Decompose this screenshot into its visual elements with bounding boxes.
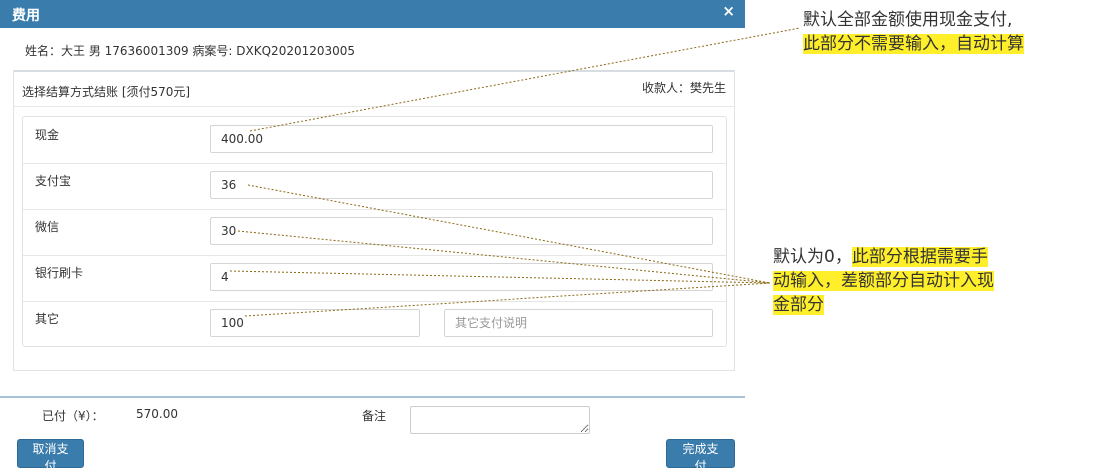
close-icon[interactable]: × — [722, 2, 735, 20]
footer-divider — [0, 396, 745, 398]
paid-label: 已付（¥）： — [42, 409, 104, 423]
dialog-title: 费用 — [12, 8, 40, 24]
annotation-highlight: 动输入，差额部分自动计入现 — [773, 271, 994, 291]
remark-label: 备注 — [362, 409, 387, 423]
complete-payment-button[interactable]: 完成支付 — [666, 439, 735, 473]
remark-textarea[interactable] — [410, 406, 590, 434]
payment-dialog: 费用 × 姓名：大王 男 17636001309 病案号: DXKQ202012… — [0, 0, 745, 473]
payment-row-bankcard: 银行刷卡 — [23, 255, 726, 302]
alipay-input[interactable] — [210, 171, 713, 199]
annotation-cash-default: 默认全部金额使用现金支付, 此部分不需要输入，自动计算 — [803, 8, 1024, 56]
payment-label: 微信 — [35, 220, 60, 234]
annotation-line: 默认为0， — [773, 247, 852, 267]
annotation-line: 默认全部金额使用现金支付, — [803, 10, 1013, 30]
panel-title: 选择结算方式结账 [须付570元] — [22, 85, 191, 99]
annotation-highlight: 此部分不需要输入，自动计算 — [803, 34, 1024, 54]
payment-label: 支付宝 — [35, 174, 72, 188]
annotation-highlight: 金部分 — [773, 295, 824, 315]
other-note-input[interactable] — [444, 309, 713, 337]
payment-row-other: 其它 — [23, 301, 726, 347]
paid-value: 570.00 — [136, 407, 178, 421]
bankcard-input[interactable] — [210, 263, 713, 291]
payment-label: 现金 — [35, 128, 60, 142]
annotation-highlight: 此部分根据需要手 — [851, 247, 988, 267]
panel-header: 选择结算方式结账 [须付570元] 收款人：樊先生 — [14, 72, 734, 107]
payment-label: 银行刷卡 — [35, 266, 84, 280]
cash-input[interactable] — [210, 125, 713, 153]
dialog-titlebar: 费用 × — [0, 0, 745, 28]
patient-info: 姓名：大王 男 17636001309 病案号: DXKQ20201203005 — [25, 44, 356, 58]
annotation-manual-input: 默认为0，此部分根据需要手 动输入，差额部分自动计入现 金部分 — [773, 245, 994, 317]
payment-methods: 现金 支付宝 微信 银行刷卡 其它 — [22, 116, 727, 347]
cancel-payment-button[interactable]: 取消支付 — [17, 439, 84, 473]
other-amount-input[interactable] — [210, 309, 420, 337]
wechat-input[interactable] — [210, 217, 713, 245]
payment-label: 其它 — [35, 312, 60, 326]
payment-row-alipay: 支付宝 — [23, 163, 726, 210]
cashier-label: 收款人：樊先生 — [641, 81, 726, 95]
payment-row-cash: 现金 — [23, 117, 726, 164]
settlement-panel: 选择结算方式结账 [须付570元] 收款人：樊先生 现金 支付宝 微信 银行刷卡… — [13, 70, 735, 371]
payment-row-wechat: 微信 — [23, 209, 726, 256]
